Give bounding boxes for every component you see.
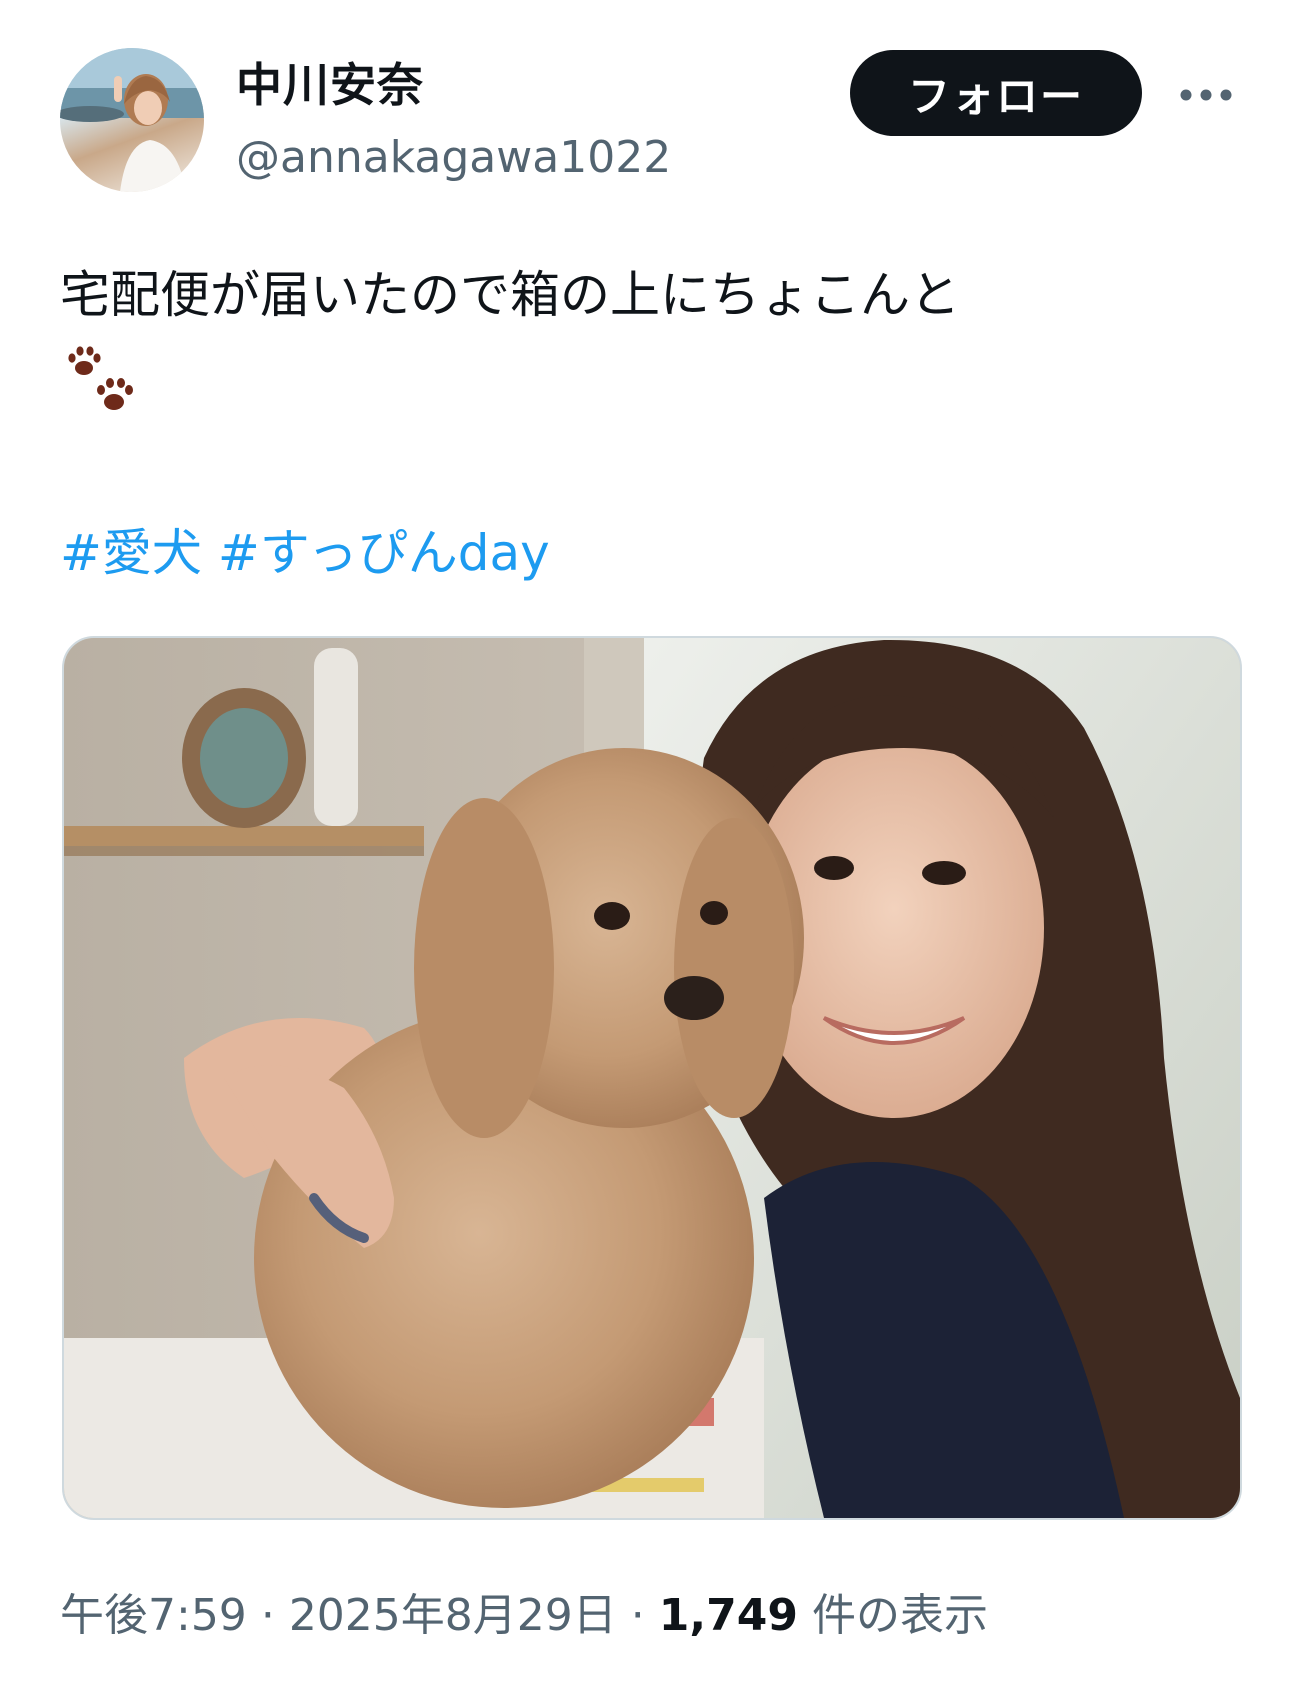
tweet-time[interactable]: 午後7:59 — [60, 1590, 247, 1641]
tweet-date[interactable]: 2025年8月29日 — [289, 1590, 617, 1641]
user-handle[interactable]: @annakagawa1022 — [236, 132, 671, 185]
paw-prints-icon — [68, 346, 133, 410]
tweet-card: 中川安奈 @annakagawa1022 フォロー 宅配便が届いたので箱の上にち… — [0, 0, 1300, 1696]
hashtag-link[interactable]: #愛犬 — [60, 524, 202, 582]
photo-woman-with-dog-icon — [64, 638, 1240, 1518]
meta-separator: · — [630, 1590, 645, 1641]
hashtag-list: #愛犬 #すっぴんday — [60, 520, 550, 588]
display-name[interactable]: 中川安奈 — [236, 58, 424, 113]
tweet-photo[interactable] — [62, 636, 1242, 1520]
hashtag-link[interactable]: #すっぴんday — [218, 524, 550, 582]
more-options-button[interactable] — [1176, 70, 1236, 120]
avatar[interactable] — [60, 48, 204, 192]
tweet-meta: 午後7:59 · 2025年8月29日 · 1,749 件の表示 — [60, 1590, 988, 1643]
views-label: 件の表示 — [811, 1590, 988, 1641]
tweet-text: 宅配便が届いたので箱の上にちょこんと — [60, 266, 960, 324]
more-horizontal-icon — [1180, 89, 1232, 101]
profile-photo-icon — [60, 48, 204, 192]
meta-separator: · — [260, 1590, 275, 1641]
views-count: 1,749 — [658, 1590, 798, 1641]
follow-button[interactable]: フォロー — [850, 50, 1142, 136]
